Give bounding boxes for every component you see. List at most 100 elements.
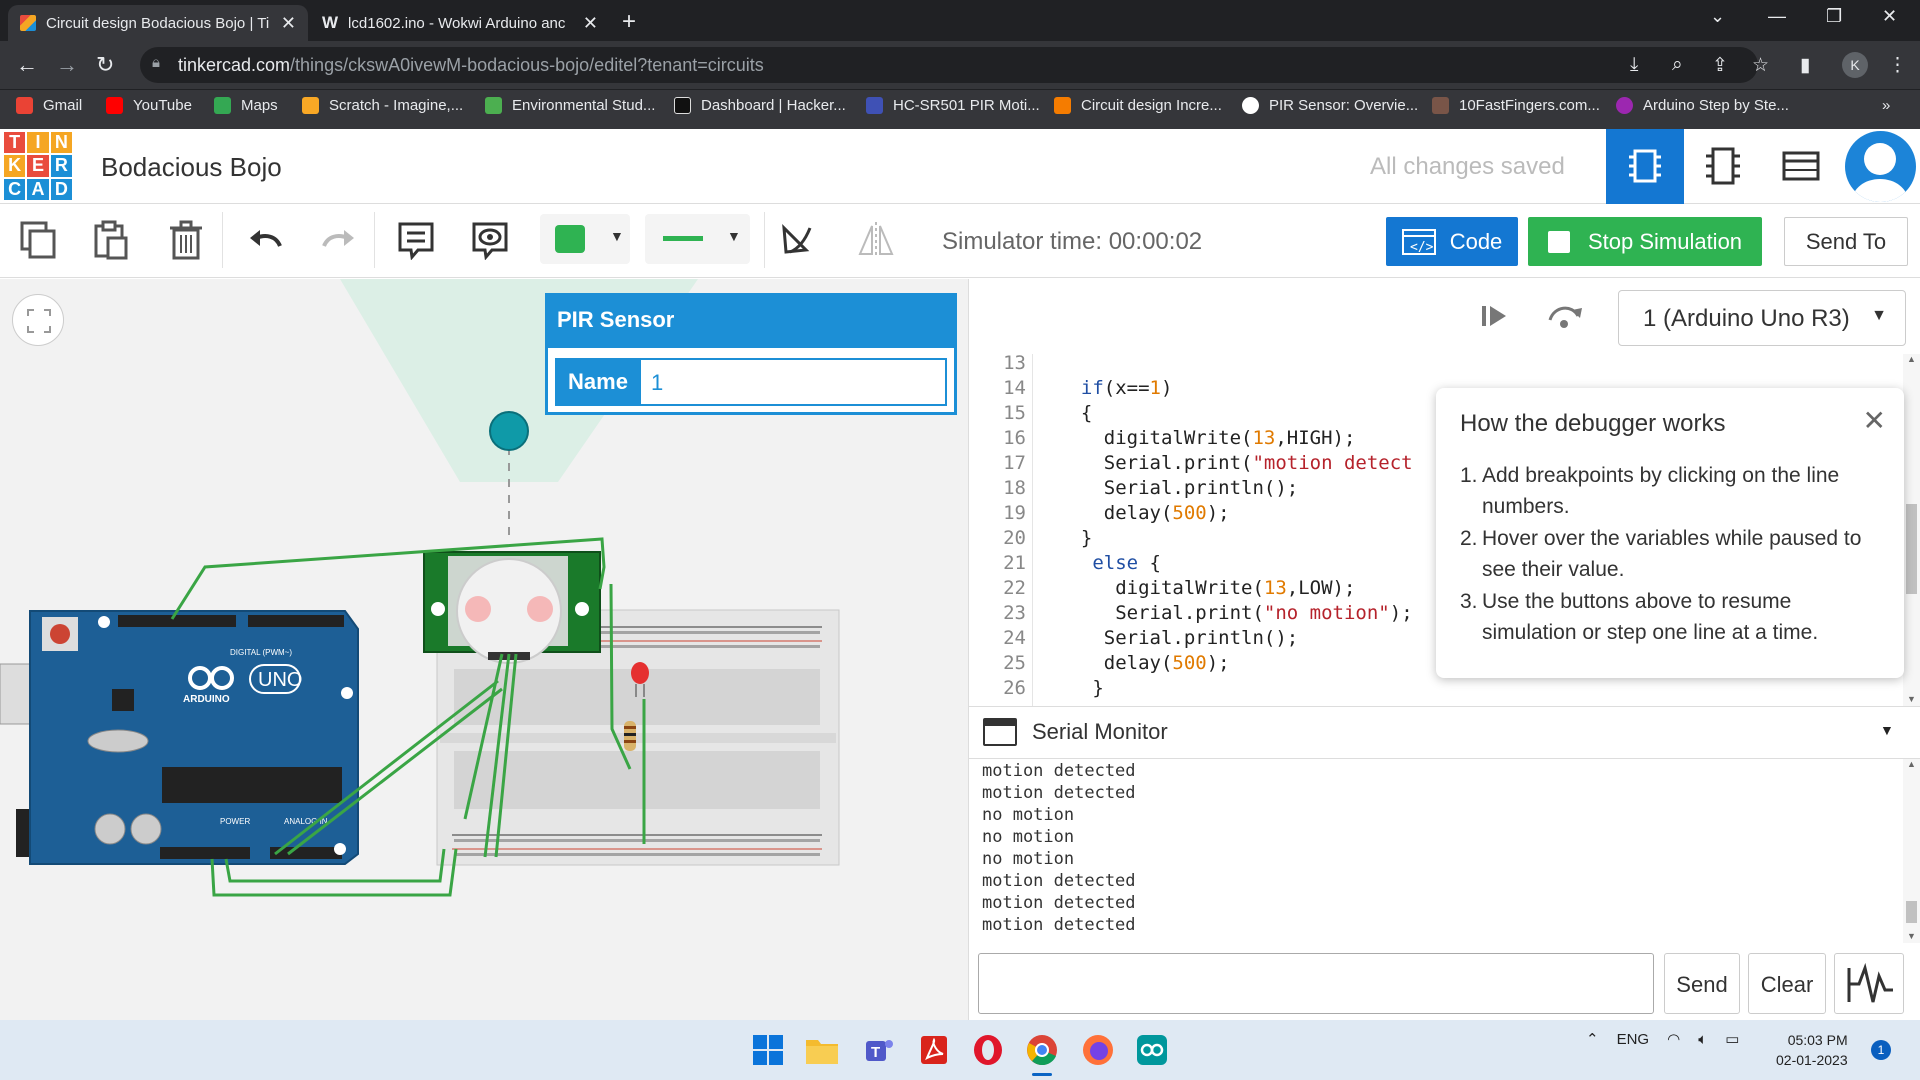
- close-tab-icon[interactable]: ✕: [281, 13, 296, 34]
- undo-button[interactable]: [242, 216, 290, 264]
- share-icon[interactable]: ⇪: [1712, 54, 1728, 77]
- bookmark-pir-sensor[interactable]: PIR Sensor: Overvie...: [1242, 97, 1418, 114]
- code-line[interactable]: Serial.print("motion detect: [1058, 452, 1413, 474]
- bookmark-arduino-step[interactable]: Arduino Step by Ste...: [1616, 97, 1789, 114]
- line-number[interactable]: 23: [968, 602, 1026, 624]
- code-line[interactable]: digitalWrite(13,HIGH);: [1058, 427, 1356, 449]
- project-title[interactable]: Bodacious Bojo: [101, 152, 282, 183]
- line-number[interactable]: 26: [968, 677, 1026, 699]
- send-to-button[interactable]: Send To: [1784, 217, 1908, 266]
- file-explorer-button[interactable]: [800, 1028, 844, 1072]
- bookmark-gmail[interactable]: Gmail: [16, 97, 82, 114]
- line-number[interactable]: 13: [968, 352, 1026, 374]
- paste-button[interactable]: [86, 216, 134, 264]
- line-number[interactable]: 24: [968, 627, 1026, 649]
- battery-icon[interactable]: ▭: [1725, 1030, 1739, 1048]
- code-line[interactable]: if(x==1): [1058, 377, 1173, 399]
- line-number[interactable]: 25: [968, 652, 1026, 674]
- line-number[interactable]: 19: [968, 502, 1026, 524]
- line-number[interactable]: 15: [968, 402, 1026, 424]
- line-number[interactable]: 16: [968, 427, 1026, 449]
- opera-button[interactable]: [966, 1028, 1010, 1072]
- step-over-button[interactable]: [1546, 300, 1582, 337]
- bookmark-environmental[interactable]: Environmental Stud...: [485, 97, 655, 114]
- code-line[interactable]: delay(500);: [1058, 652, 1230, 674]
- code-line[interactable]: Serial.print("no motion");: [1058, 602, 1412, 624]
- chevron-up-icon[interactable]: ⌃: [1586, 1030, 1599, 1048]
- menu-kebab-icon[interactable]: ⋮: [1888, 54, 1907, 77]
- bookmark-10fastfingers[interactable]: 10FastFingers.com...: [1432, 97, 1600, 114]
- start-button[interactable]: [746, 1028, 790, 1072]
- code-line[interactable]: }: [1058, 527, 1092, 549]
- firefox-button[interactable]: [1076, 1028, 1120, 1072]
- copy-button[interactable]: [14, 216, 62, 264]
- wifi-icon[interactable]: ◠: [1667, 1030, 1680, 1048]
- circuit-view-button[interactable]: [1606, 129, 1684, 204]
- line-number[interactable]: 14: [968, 377, 1026, 399]
- restore-icon[interactable]: ❐: [1826, 6, 1842, 27]
- chevron-down-icon[interactable]: ▼: [1880, 722, 1894, 738]
- line-number[interactable]: 17: [968, 452, 1026, 474]
- code-line[interactable]: {: [1058, 402, 1092, 424]
- bookmark-maps[interactable]: Maps: [214, 97, 278, 114]
- tinkercad-logo[interactable]: T I N K E R C A D: [4, 132, 72, 200]
- more-bookmarks-icon[interactable]: »: [1882, 97, 1890, 114]
- close-tab-icon[interactable]: ✕: [583, 13, 598, 34]
- scroll-thumb[interactable]: [1906, 901, 1917, 923]
- zoom-icon[interactable]: ⌕: [1672, 54, 1683, 76]
- clear-button[interactable]: Clear: [1748, 953, 1826, 1014]
- bookmark-star-icon[interactable]: ☆: [1752, 54, 1769, 77]
- line-number[interactable]: 18: [968, 477, 1026, 499]
- close-icon[interactable]: ✕: [1863, 404, 1886, 437]
- code-line[interactable]: digitalWrite(13,LOW);: [1058, 577, 1355, 599]
- minimize-icon[interactable]: —: [1768, 6, 1786, 27]
- scroll-thumb[interactable]: [1906, 504, 1917, 594]
- browser-tab-wokwi[interactable]: W lcd1602.ino - Wokwi Arduino anc ✕: [310, 5, 610, 41]
- side-panel-icon[interactable]: ▮: [1800, 54, 1810, 77]
- bookmark-hcsr501[interactable]: HC-SR501 PIR Moti...: [866, 97, 1040, 114]
- new-tab-icon[interactable]: +: [622, 8, 636, 36]
- notes-visibility-button[interactable]: [466, 216, 514, 264]
- schematic-view-button[interactable]: [1684, 129, 1762, 204]
- code-scrollbar[interactable]: ▲ ▼: [1903, 354, 1920, 706]
- profile-avatar[interactable]: K: [1842, 52, 1868, 78]
- arduino-ide-button[interactable]: [1130, 1028, 1174, 1072]
- redo-button[interactable]: [314, 216, 362, 264]
- bookmark-circuit-design[interactable]: Circuit design Incre...: [1054, 97, 1222, 114]
- color-picker[interactable]: ▼: [540, 214, 630, 264]
- notes-button[interactable]: [392, 216, 440, 264]
- line-number[interactable]: 21: [968, 552, 1026, 574]
- forward-icon[interactable]: →: [56, 52, 78, 78]
- serial-input[interactable]: [978, 953, 1654, 1014]
- url-text[interactable]: tinkercad.com/things/ckswA0ivewM-bodacio…: [178, 55, 764, 76]
- resume-button[interactable]: [1480, 300, 1510, 337]
- code-line[interactable]: Serial.println();: [1058, 477, 1298, 499]
- flip-button[interactable]: [852, 216, 900, 264]
- bookmark-youtube[interactable]: YouTube: [106, 97, 192, 114]
- teams-button[interactable]: T: [856, 1028, 900, 1072]
- install-icon[interactable]: ⤓: [1630, 54, 1638, 76]
- lock-icon[interactable]: 🔒︎: [152, 54, 160, 71]
- user-avatar[interactable]: [1845, 131, 1916, 202]
- tab-search-icon[interactable]: ⌄: [1710, 6, 1725, 27]
- back-icon[interactable]: ←: [16, 52, 38, 78]
- wire-type-picker[interactable]: ▼: [645, 214, 750, 264]
- volume-icon[interactable]: 🔈︎: [1698, 1031, 1707, 1048]
- code-line[interactable]: }: [1058, 677, 1103, 699]
- component-list-button[interactable]: [1762, 129, 1840, 204]
- line-number[interactable]: 22: [968, 577, 1026, 599]
- clock[interactable]: 05:03 PM 02-01-2023: [1776, 1030, 1848, 1070]
- graph-toggle-button[interactable]: [1834, 953, 1904, 1014]
- code-button[interactable]: </> Code: [1386, 217, 1518, 266]
- language-indicator[interactable]: ENG: [1617, 1031, 1650, 1048]
- notification-badge[interactable]: 1: [1871, 1040, 1891, 1060]
- bookmark-scratch[interactable]: Scratch - Imagine,...: [302, 97, 463, 114]
- send-button[interactable]: Send: [1664, 953, 1740, 1014]
- close-window-icon[interactable]: ✕: [1882, 6, 1897, 27]
- bookmark-hackerrank[interactable]: Dashboard | Hacker...: [674, 97, 846, 114]
- delete-button[interactable]: [162, 216, 210, 264]
- device-select[interactable]: 1 (Arduino Uno R3) ▼: [1618, 290, 1906, 346]
- chrome-button[interactable]: [1020, 1028, 1064, 1076]
- code-line[interactable]: else {: [1058, 552, 1161, 574]
- browser-tab-tinkercad[interactable]: Circuit design Bodacious Bojo | Ti ✕: [8, 5, 308, 41]
